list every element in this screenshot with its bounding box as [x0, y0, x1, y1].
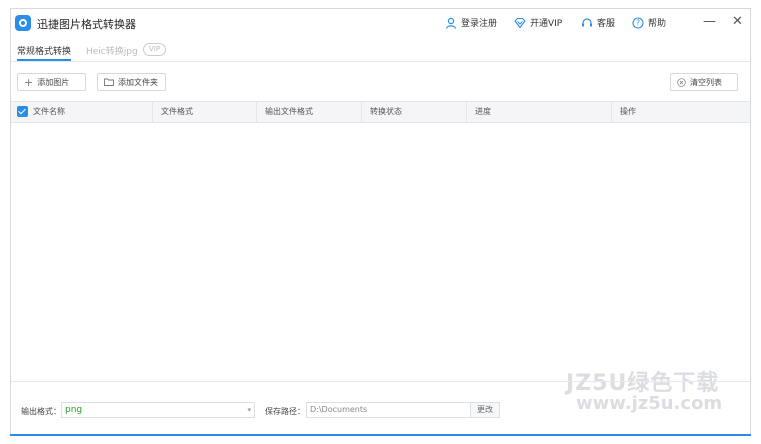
add-image-label: 添加图片	[37, 77, 70, 87]
footer-divider	[11, 381, 750, 382]
plus-icon: +	[24, 75, 34, 89]
folder-icon	[104, 78, 114, 86]
help-label: 帮助	[648, 19, 667, 29]
add-folder-label: 添加文件夹	[118, 77, 158, 87]
vip-diamond-icon	[514, 17, 526, 28]
tab-heic-to-jpg[interactable]: Heic转换jpg	[86, 44, 138, 57]
change-path-button[interactable]: 更改	[471, 402, 500, 418]
column-header-status[interactable]: 转换状态	[370, 102, 402, 122]
open-vip-label: 开通VIP	[530, 19, 563, 29]
login-register-label: 登录注册	[461, 19, 498, 29]
app-logo-icon	[15, 15, 31, 31]
window-bottom-accent	[10, 434, 751, 436]
app-title: 迅捷图片格式转换器	[37, 18, 136, 31]
mode-tabs: 常规格式转换 Heic转换jpg VIP	[11, 41, 750, 61]
customer-service-label: 客服	[597, 19, 616, 29]
customer-service-button[interactable]: 客服	[581, 16, 615, 29]
file-table-body[interactable]	[11, 123, 750, 381]
add-folder-button[interactable]: 添加文件夹	[97, 73, 166, 91]
column-header-actions[interactable]: 操作	[620, 102, 636, 122]
clear-list-label: 清空列表	[690, 77, 722, 87]
help-icon: ?	[632, 16, 644, 29]
column-header-filename[interactable]: 文件名称	[33, 102, 65, 122]
user-icon	[445, 17, 457, 29]
close-button[interactable]: ✕	[732, 14, 743, 29]
column-header-output-format[interactable]: 输出文件格式	[265, 102, 313, 122]
column-header-progress[interactable]: 进度	[475, 102, 491, 122]
open-vip-button[interactable]: 开通VIP	[514, 16, 562, 29]
chevron-down-icon: ▾	[247, 406, 251, 414]
add-image-button[interactable]: + 添加图片	[17, 73, 86, 91]
svg-text:?: ?	[636, 18, 640, 27]
output-format-value: png	[65, 405, 83, 415]
app-window: 迅捷图片格式转换器 登录注册 开通VIP 客服 ? 帮助 — ✕ 常规格式转换 …	[10, 8, 751, 436]
watermark-url: www.jz5u.com	[576, 393, 723, 414]
file-table-header: 文件名称 文件格式 输出文件格式 转换状态 进度 操作	[11, 101, 750, 123]
login-register-button[interactable]: 登录注册	[445, 16, 497, 29]
clear-list-button[interactable]: 清空列表	[670, 73, 738, 91]
save-path-label: 保存路径：	[265, 407, 305, 416]
title-bar: 迅捷图片格式转换器 登录注册 开通VIP 客服 ? 帮助 — ✕	[11, 9, 750, 39]
column-divider	[466, 102, 467, 122]
save-path-input[interactable]: D:\Documents	[306, 402, 471, 418]
clear-circle-x-icon	[677, 77, 686, 87]
column-divider	[611, 102, 612, 122]
column-divider	[361, 102, 362, 122]
tab-divider	[11, 61, 750, 62]
output-format-label: 输出格式：	[21, 407, 61, 416]
vip-badge: VIP	[143, 43, 167, 56]
minimize-button[interactable]: —	[703, 14, 716, 29]
select-all-checkbox[interactable]	[17, 106, 28, 117]
column-divider	[256, 102, 257, 122]
help-button[interactable]: ? 帮助	[632, 16, 666, 29]
headset-icon	[582, 17, 592, 26]
tab-regular-conversion[interactable]: 常规格式转换	[17, 44, 71, 57]
output-format-select[interactable]: png ▾	[61, 402, 255, 418]
column-header-file-format[interactable]: 文件格式	[161, 102, 193, 122]
column-divider	[152, 102, 153, 122]
